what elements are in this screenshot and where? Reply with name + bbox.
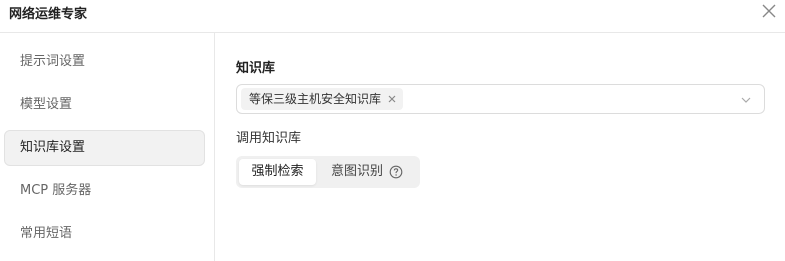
selected-tag-label: 等保三级主机安全知识库 (249, 92, 382, 106)
sidebar-item-model-settings[interactable]: 模型设置 (4, 87, 205, 123)
sidebar-item-mcp-servers[interactable]: MCP 服务器 (4, 173, 205, 209)
dialog-title: 网络运维专家 (9, 7, 88, 22)
settings-sidebar: 提示词设置 模型设置 知识库设置 MCP 服务器 常用短语 (0, 33, 215, 261)
help-circle-icon[interactable] (389, 165, 403, 179)
mode-option-forced-retrieval[interactable]: 强制检索 (239, 159, 316, 185)
sidebar-item-prompt-settings[interactable]: 提示词设置 (4, 44, 205, 80)
mode-option-intent-recognition-label: 意图识别 (331, 164, 384, 179)
close-icon[interactable] (760, 2, 778, 20)
invoke-knowledge-label: 调用知识库 (236, 131, 302, 146)
tag-remove-icon[interactable] (387, 94, 397, 104)
dialog-header: 网络运维专家 (0, 0, 785, 33)
invoke-mode-segmented-control: 强制检索 意图识别 (236, 156, 420, 188)
sidebar-item-common-phrases[interactable]: 常用短语 (4, 216, 205, 252)
mode-option-intent-recognition[interactable]: 意图识别 (331, 159, 417, 185)
knowledge-base-select[interactable]: 等保三级主机安全知识库 (236, 84, 765, 114)
selected-tag: 等保三级主机安全知识库 (241, 88, 404, 110)
settings-content: 知识库 等保三级主机安全知识库 调用知识库 强制检索 意图识别 (215, 33, 785, 261)
sidebar-item-knowledge-base-settings[interactable]: 知识库设置 (4, 130, 205, 166)
chevron-down-icon[interactable] (740, 94, 752, 106)
knowledge-base-label: 知识库 (236, 61, 276, 76)
